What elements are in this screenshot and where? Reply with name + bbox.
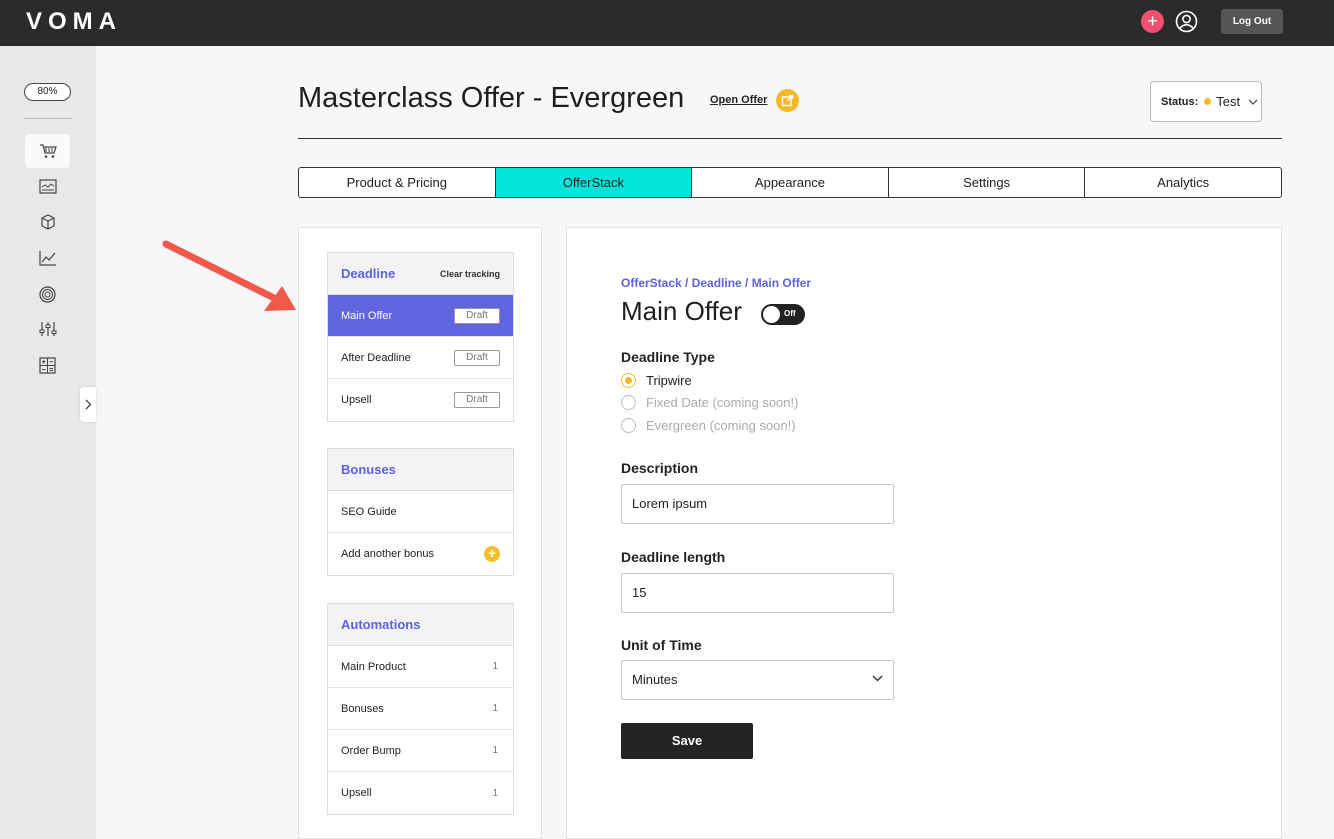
add-bonus-button[interactable]: Add another bonus +: [328, 533, 513, 575]
description-label: Description: [621, 460, 699, 476]
list-item-label: Upsell: [341, 787, 372, 799]
radio-tripwire[interactable]: Tripwire: [621, 371, 692, 389]
user-profile-icon[interactable]: [1175, 10, 1198, 33]
automation-item-order-bump[interactable]: Order Bump 1: [328, 730, 513, 772]
automation-item-main-product[interactable]: Main Product 1: [328, 646, 513, 688]
status-dot-icon: [1204, 98, 1212, 105]
page-title: Masterclass Offer - Evergreen: [298, 82, 685, 114]
clear-tracking-button[interactable]: Clear tracking: [440, 269, 500, 279]
left-sidebar: 80%: [0, 46, 96, 839]
add-bonus-label: Add another bonus: [341, 548, 434, 560]
deadline-item-after-deadline[interactable]: After Deadline Draft: [328, 337, 513, 379]
sidebar-expand-button[interactable]: [80, 387, 96, 422]
bonuses-card: Bonuses SEO Guide Add another bonus +: [327, 448, 514, 576]
main-offer-form-panel: OfferStack / Deadline / Main Offer Main …: [566, 227, 1282, 839]
tab-bar: Product & Pricing OfferStack Appearance …: [298, 167, 1282, 198]
external-link-icon[interactable]: [776, 89, 799, 112]
chevron-down-icon: [872, 675, 883, 682]
bonuses-card-header: Bonuses: [328, 449, 513, 491]
automation-count: 1: [492, 661, 498, 672]
automation-count: 1: [492, 745, 498, 756]
top-bar: VOMA + Log Out: [0, 0, 1334, 46]
deadline-length-label: Deadline length: [621, 549, 726, 565]
offerstack-nav-panel: Deadline Clear tracking Main Offer Draft…: [298, 227, 542, 839]
annotation-arrow-icon: [162, 240, 296, 311]
offer-enabled-toggle[interactable]: Off: [761, 304, 805, 325]
dashboard-icon[interactable]: [25, 169, 70, 203]
deadline-card: Deadline Clear tracking Main Offer Draft…: [327, 252, 514, 422]
deadline-card-title: Deadline: [341, 266, 396, 281]
status-label: Status:: [1161, 95, 1199, 108]
radio-evergreen: Evergreen (coming soon!): [621, 416, 796, 434]
deadline-card-header: Deadline Clear tracking: [328, 253, 513, 295]
tab-product-pricing[interactable]: Product & Pricing: [298, 167, 496, 198]
list-item-label: SEO Guide: [341, 505, 397, 518]
automation-count: 1: [492, 703, 498, 714]
bonus-item-seo-guide[interactable]: SEO Guide: [328, 491, 513, 533]
unit-of-time-label: Unit of Time: [621, 637, 702, 653]
deadline-item-upsell[interactable]: Upsell Draft: [328, 379, 513, 421]
chevron-right-icon: [85, 399, 91, 410]
list-item-label: Upsell: [341, 394, 372, 406]
radio-button[interactable]: [621, 372, 636, 388]
deadline-type-label: Deadline Type: [621, 349, 715, 365]
header-divider: [298, 138, 1282, 139]
radio-label: Fixed Date (coming soon!): [646, 394, 799, 410]
radio-label: Tripwire: [646, 372, 692, 388]
box-icon[interactable]: [25, 205, 70, 239]
open-offer-link[interactable]: Open Offer: [710, 94, 767, 106]
toggle-label: Off: [784, 309, 796, 318]
automation-item-upsell[interactable]: Upsell 1: [328, 772, 513, 814]
sidebar-divider: [24, 118, 72, 119]
draft-badge: Draft: [454, 392, 500, 408]
automations-card-title: Automations: [341, 617, 421, 632]
radio-button: [621, 417, 636, 433]
save-button[interactable]: Save: [621, 723, 753, 759]
list-item-label: Main Product: [341, 660, 406, 673]
plus-icon[interactable]: +: [484, 546, 500, 562]
breadcrumb[interactable]: OfferStack / Deadline / Main Offer: [621, 276, 811, 290]
list-item-label: Main Offer: [341, 309, 393, 322]
tab-settings[interactable]: Settings: [887, 167, 1086, 198]
radio-fixed-date: Fixed Date (coming soon!): [621, 393, 798, 411]
draft-badge: Draft: [454, 349, 500, 366]
cart-icon[interactable]: [25, 134, 70, 168]
automations-card-header: Automations: [328, 604, 513, 646]
list-item-label: After Deadline: [341, 351, 411, 364]
logout-button[interactable]: Log Out: [1221, 9, 1283, 34]
description-input[interactable]: Lorem ipsum: [621, 484, 894, 524]
chart-line-icon[interactable]: [25, 241, 70, 275]
unit-of-time-value: Minutes: [632, 672, 678, 687]
list-item-label: Bonuses: [341, 702, 384, 715]
app-logo[interactable]: VOMA: [26, 8, 122, 36]
toggle-knob: [763, 306, 780, 323]
radio-label: Evergreen (coming soon!): [646, 417, 796, 433]
zoom-level-badge[interactable]: 80%: [24, 83, 71, 101]
list-item-label: Order Bump: [341, 744, 401, 757]
bonuses-card-title: Bonuses: [341, 462, 396, 477]
chevron-down-icon: [1248, 99, 1258, 105]
target-icon[interactable]: [25, 277, 70, 311]
automation-item-bonuses[interactable]: Bonuses 1: [328, 688, 513, 730]
tab-appearance[interactable]: Appearance: [691, 167, 889, 198]
automations-card: Automations Main Product 1 Bonuses 1 Ord…: [327, 603, 514, 815]
draft-badge: Draft: [454, 307, 500, 324]
tab-offerstack[interactable]: OfferStack: [494, 167, 693, 198]
deadline-length-input[interactable]: 15: [621, 573, 894, 613]
add-icon[interactable]: +: [1141, 10, 1164, 33]
deadline-item-main-offer[interactable]: Main Offer Draft: [328, 295, 513, 337]
calculator-icon[interactable]: [25, 348, 70, 382]
unit-of-time-select[interactable]: Minutes: [621, 660, 894, 700]
form-title: Main Offer: [621, 296, 742, 326]
status-dropdown[interactable]: Status: Test: [1150, 81, 1262, 122]
tab-analytics[interactable]: Analytics: [1084, 167, 1282, 198]
automation-count: 1: [492, 787, 498, 799]
radio-button: [621, 394, 636, 410]
sliders-icon[interactable]: [25, 312, 70, 346]
status-value: Test: [1216, 94, 1241, 109]
